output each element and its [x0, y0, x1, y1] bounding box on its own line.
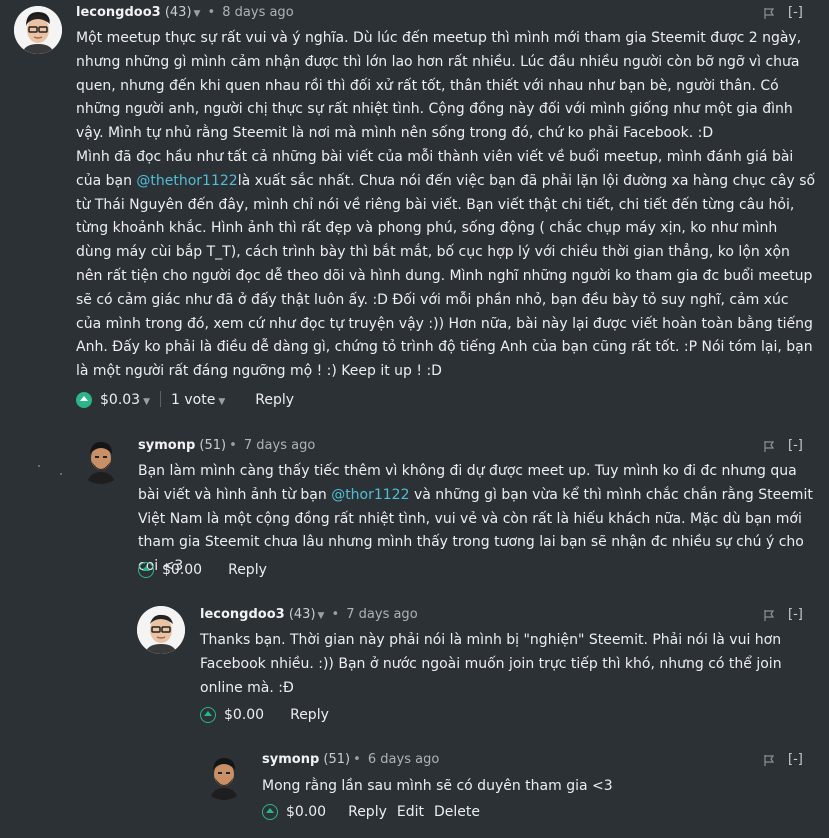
chevron-down-icon[interactable]: ▼	[194, 9, 201, 19]
thread-marker	[38, 465, 40, 467]
user-avatar-image	[87, 442, 115, 484]
author-reputation: (43)	[288, 607, 316, 622]
flag-icon[interactable]	[764, 441, 774, 452]
author-reputation: (51)	[323, 752, 351, 767]
reply-button[interactable]: Reply	[348, 804, 387, 820]
reply-button[interactable]: Reply	[290, 707, 329, 723]
collapse-toggle[interactable]: [-]	[788, 5, 803, 20]
comment-header: lecongdoo3 (43) ▼ • 7 days ago	[200, 607, 418, 622]
mention-link[interactable]: @thethor1122	[136, 173, 237, 189]
avatar[interactable]	[77, 436, 125, 484]
timestamp[interactable]: 8 days ago	[222, 5, 293, 20]
author-name[interactable]: lecongdoo3	[200, 607, 285, 622]
comment-paragraph: Mong rằng lần sau mình sẽ có duyên tham …	[262, 778, 613, 794]
author-reputation: (43)	[164, 5, 192, 20]
payout-value[interactable]: $0.00	[224, 707, 264, 723]
timestamp[interactable]: 7 days ago	[244, 438, 315, 453]
comment-footer: $0.00 Reply	[138, 562, 267, 578]
comment-body: Một meetup thực sự rất vui và ý nghĩa. D…	[76, 27, 816, 384]
comment-footer: $0.00 Reply Edit Delete	[262, 804, 480, 820]
comment-header: symonp (51) • 6 days ago	[262, 752, 439, 767]
vote-count[interactable]: 1 vote	[171, 392, 215, 408]
comment-header: symonp (51) • 7 days ago	[138, 438, 315, 453]
comment-header: lecongdoo3 (43) ▼ • 8 days ago	[76, 5, 294, 20]
timestamp[interactable]: 6 days ago	[368, 752, 439, 767]
chevron-down-icon[interactable]: ▼	[218, 397, 225, 407]
collapse-toggle[interactable]: [-]	[788, 438, 803, 453]
comment-footer: $0.03 ▼ 1 vote ▼ Reply	[76, 391, 294, 408]
separator-dot: •	[207, 5, 216, 20]
author-reputation: (51)	[199, 438, 227, 453]
edit-button[interactable]: Edit	[397, 804, 424, 820]
upvote-icon[interactable]	[262, 804, 278, 820]
comment-paragraph: Mình đã đọc hầu như tất cả những bài viế…	[76, 146, 816, 384]
reply-button[interactable]: Reply	[255, 392, 294, 408]
avatar[interactable]	[14, 6, 62, 54]
user-avatar-image	[210, 758, 238, 800]
user-avatar-image	[137, 606, 185, 654]
flag-icon[interactable]	[764, 8, 774, 19]
avatar[interactable]	[137, 606, 185, 654]
timestamp[interactable]: 7 days ago	[346, 607, 417, 622]
comment-body: Thanks bạn. Thời gian này phải nói là mì…	[200, 629, 810, 700]
thread-marker	[60, 473, 62, 475]
divider	[160, 391, 162, 407]
avatar[interactable]	[200, 752, 248, 800]
comment-paragraph: Một meetup thực sự rất vui và ý nghĩa. D…	[76, 30, 802, 142]
chevron-down-icon[interactable]: ▼	[143, 397, 150, 407]
mention-link[interactable]: @thor1122	[331, 487, 409, 503]
payout-value[interactable]: $0.00	[162, 562, 202, 578]
flag-icon[interactable]	[764, 755, 774, 766]
text-segment: là xuất sắc nhất. Chưa nói đến việc bạn …	[76, 172, 816, 380]
user-avatar-image	[14, 6, 62, 54]
comment-paragraph: Thanks bạn. Thời gian này phải nói là mì…	[200, 632, 782, 696]
author-name[interactable]: symonp	[138, 438, 195, 453]
author-name[interactable]: lecongdoo3	[76, 5, 161, 20]
separator-dot: •	[331, 607, 340, 622]
chevron-down-icon[interactable]: ▼	[318, 611, 325, 621]
comment-body: Mong rằng lần sau mình sẽ có duyên tham …	[262, 775, 802, 799]
separator-dot: •	[229, 438, 237, 453]
comment-footer: $0.00 Reply	[200, 707, 329, 723]
payout-value[interactable]: $0.00	[286, 804, 326, 820]
payout-value[interactable]: $0.03	[100, 392, 140, 408]
author-name[interactable]: symonp	[262, 752, 319, 767]
upvote-icon[interactable]	[138, 562, 154, 578]
separator-dot: •	[353, 752, 361, 767]
collapse-toggle[interactable]: [-]	[788, 752, 803, 767]
reply-button[interactable]: Reply	[228, 562, 267, 578]
collapse-toggle[interactable]: [-]	[788, 607, 803, 622]
upvote-icon[interactable]	[200, 707, 216, 723]
upvote-icon[interactable]	[76, 392, 92, 408]
delete-button[interactable]: Delete	[434, 804, 480, 820]
flag-icon[interactable]	[764, 610, 774, 621]
